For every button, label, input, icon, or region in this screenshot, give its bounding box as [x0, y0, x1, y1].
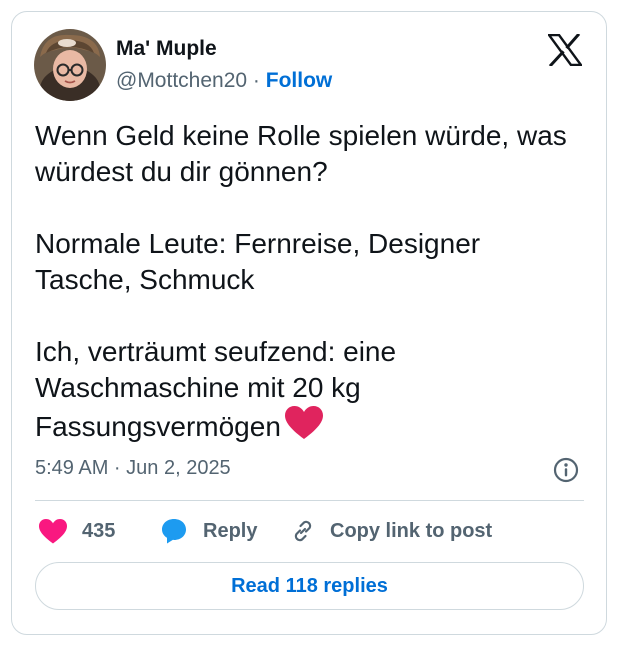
avatar[interactable] [34, 29, 106, 101]
profile-photo-icon [34, 29, 106, 101]
info-icon[interactable] [553, 457, 579, 483]
timestamp[interactable]: 5:49 AM · Jun 2, 2025 [35, 457, 231, 480]
follow-link[interactable]: Follow [266, 69, 333, 92]
reply-button[interactable]: Reply [160, 513, 257, 549]
copy-link-label: Copy link to post [330, 519, 493, 542]
tweet-paragraph: Ich, verträumt seufzend: eine Waschmasch… [35, 334, 575, 449]
copy-link-button[interactable]: Copy link to post [290, 513, 492, 549]
heart-icon [39, 518, 67, 543]
author-handle-line: @Mottchen20 · Follow [116, 69, 332, 93]
reply-label: Reply [203, 519, 258, 542]
separator-dot: · [252, 69, 260, 92]
tweet-text: Wenn Geld keine Rolle spielen würde, was… [35, 118, 575, 449]
reply-bubble-icon [162, 519, 186, 544]
red-heart-icon [284, 406, 323, 449]
like-button[interactable]: 435 [39, 513, 115, 549]
tweet-paragraph: Wenn Geld keine Rolle spielen würde, was… [35, 120, 567, 187]
divider [35, 500, 584, 501]
author-name[interactable]: Ma' Muple [116, 37, 217, 61]
read-replies-button[interactable]: Read 118 replies [35, 562, 584, 610]
like-count: 435 [82, 519, 116, 542]
author-handle[interactable]: @Mottchen20 [116, 69, 247, 92]
link-icon [294, 520, 312, 542]
tweet-paragraph: Normale Leute: Fernreise, Designer Tasch… [35, 228, 481, 295]
x-logo-icon[interactable] [546, 32, 584, 68]
tweet-paragraph-text: Ich, verträumt seufzend: eine Waschmasch… [35, 336, 397, 442]
